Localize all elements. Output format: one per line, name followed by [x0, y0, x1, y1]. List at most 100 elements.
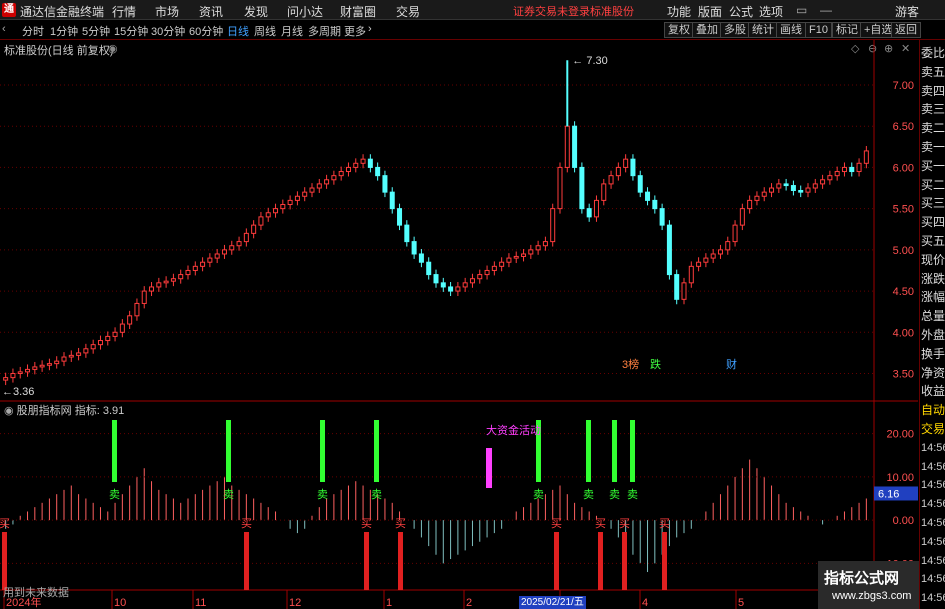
minimize-icon[interactable]: ▭ [796, 3, 807, 17]
quote-panel-item[interactable]: 卖二 [921, 119, 945, 137]
quote-panel-item[interactable]: 14:56 [921, 589, 945, 607]
quote-panel-item[interactable]: 卖五 [921, 63, 945, 81]
indicator-settings-icon[interactable]: ◉ [4, 405, 14, 417]
quote-panel-item[interactable]: 卖三 [921, 100, 945, 118]
menu-layout[interactable]: 版面 [698, 3, 722, 20]
candle-body [10, 373, 16, 379]
overlay-button[interactable]: 叠加 [692, 22, 722, 38]
period-multi[interactable]: 多周期 [308, 23, 341, 39]
stats-button[interactable]: 统计 [748, 22, 778, 38]
menu-formula[interactable]: 公式 [729, 3, 753, 20]
quote-panel-item[interactable]: 交易 [921, 420, 945, 438]
candle-body [681, 282, 687, 300]
period-1min[interactable]: 1分钟 [50, 23, 78, 39]
quote-panel-item[interactable]: 14:56 [921, 476, 945, 494]
candle-body [586, 208, 592, 218]
app-logo-icon: 通 [2, 3, 16, 17]
quote-panel-item[interactable]: 卖四 [921, 82, 945, 100]
period-30min[interactable]: 30分钟 [151, 23, 185, 39]
candle-body [863, 150, 869, 164]
quote-panel-item[interactable]: 涨跌 [921, 270, 945, 288]
return-button[interactable]: 返回 [891, 22, 921, 38]
candle-body [790, 185, 796, 191]
period-15min[interactable]: 15分钟 [114, 23, 148, 39]
candle-body [521, 253, 527, 257]
price-axis: 7.00 6.50 6.00 5.50 5.00 4.50 4.00 3.50 [893, 80, 914, 381]
period-monthly[interactable]: 月线 [281, 23, 303, 39]
menu-ask[interactable]: 问小达 [287, 3, 323, 20]
candle-body [345, 166, 351, 173]
quote-panel-item[interactable]: 委比 [921, 44, 945, 62]
menu-wealth-circle[interactable]: 财富圈 [340, 3, 376, 20]
indicator-tick-label: 0.00 [893, 515, 914, 527]
quote-panel-item[interactable]: 自动 [921, 401, 945, 419]
quote-panel-item[interactable]: 外盘 [921, 326, 945, 344]
quote-panel-item[interactable]: 收益 [921, 382, 945, 400]
menu-discover[interactable]: 发现 [244, 3, 268, 20]
quote-panel-item[interactable]: 14:56 [921, 458, 945, 476]
candle-body [236, 241, 242, 247]
quote-panel-item[interactable]: 卖一 [921, 138, 945, 156]
quote-panel-item[interactable]: 现价 [921, 251, 945, 269]
period-more[interactable]: 更多 [344, 23, 366, 39]
quote-panel-item[interactable]: 涨幅 [921, 288, 945, 306]
menu-market-quotes[interactable]: 行情 [112, 3, 136, 20]
adjust-button[interactable]: 复权 [664, 22, 694, 38]
candle-body [185, 269, 191, 276]
quote-panel-item[interactable]: 14:56 [921, 514, 945, 532]
menu-market[interactable]: 市场 [155, 3, 179, 20]
period-60min[interactable]: 60分钟 [189, 23, 223, 39]
quote-panel-item[interactable]: 14:56 [921, 533, 945, 551]
sell-signal-bar [226, 420, 231, 482]
quote-panel-item[interactable]: 14:56 [921, 570, 945, 588]
mark-button[interactable]: 标记 [832, 22, 862, 38]
more-chevron-icon[interactable]: › [368, 23, 372, 35]
candle-body [207, 257, 213, 263]
login-status[interactable]: 证券交易未登录 [513, 3, 590, 19]
quote-panel-item[interactable]: 买二 [921, 176, 945, 194]
back-arrow-icon[interactable]: ‹ [2, 23, 6, 35]
quote-panel-item[interactable]: 买三 [921, 194, 945, 212]
menu-trade[interactable]: 交易 [396, 3, 420, 20]
quote-panel-item[interactable]: 14:56 [921, 495, 945, 513]
quote-panel-item[interactable]: 买四 [921, 213, 945, 231]
quote-panel-item[interactable]: 买一 [921, 157, 945, 175]
event-marker: 跌 [650, 357, 661, 371]
candle-body [192, 265, 198, 271]
f10-button[interactable]: F10 [805, 22, 832, 38]
draw-line-button[interactable]: 画线 [776, 22, 806, 38]
high-label: ← 7.30 [572, 55, 607, 67]
price-tick-label: 4.00 [893, 327, 914, 339]
period-daily[interactable]: 日线 [227, 23, 249, 39]
multi-stock-button[interactable]: 多股 [720, 22, 750, 38]
quote-panel-item[interactable]: 买五 [921, 232, 945, 250]
menu-functions[interactable]: 功能 [667, 3, 691, 20]
buy-signal-label: 买 [551, 517, 562, 530]
period-5min[interactable]: 5分钟 [82, 23, 110, 39]
period-weekly[interactable]: 周线 [254, 23, 276, 39]
period-intraday[interactable]: 分时 [22, 23, 44, 39]
sell-signal-bar [374, 420, 379, 482]
candle-body [105, 335, 111, 342]
candle-body [725, 241, 731, 251]
restore-icon[interactable]: — [820, 3, 832, 17]
user-label[interactable]: 游客 [895, 3, 919, 20]
candle-body [542, 241, 548, 247]
candle-body [294, 195, 300, 201]
menu-news[interactable]: 资讯 [199, 3, 223, 20]
candle-body [732, 224, 738, 243]
quote-panel-item[interactable]: 14:56 [921, 439, 945, 457]
candle-body [360, 158, 366, 164]
quote-panel-item[interactable]: 净资 [921, 364, 945, 382]
quote-panel-item[interactable]: 14:56 [921, 552, 945, 570]
quote-panel-item[interactable]: 换手 [921, 345, 945, 363]
buy-signal-label: 买 [241, 517, 252, 530]
menu-options[interactable]: 选项 [759, 3, 783, 20]
candle-body [170, 278, 176, 282]
date-tick-label: 1 [386, 597, 392, 609]
quote-panel-item[interactable]: 总量 [921, 307, 945, 325]
chart-canvas[interactable]: ← 7.30 ←3.36 3榜跌 财 7.00 6.50 6.00 5.50 5.00 4.50… [0, 40, 918, 609]
candle-body [178, 274, 184, 280]
buy-signal-bar [554, 532, 559, 590]
date-tick-label: 10 [114, 597, 126, 609]
